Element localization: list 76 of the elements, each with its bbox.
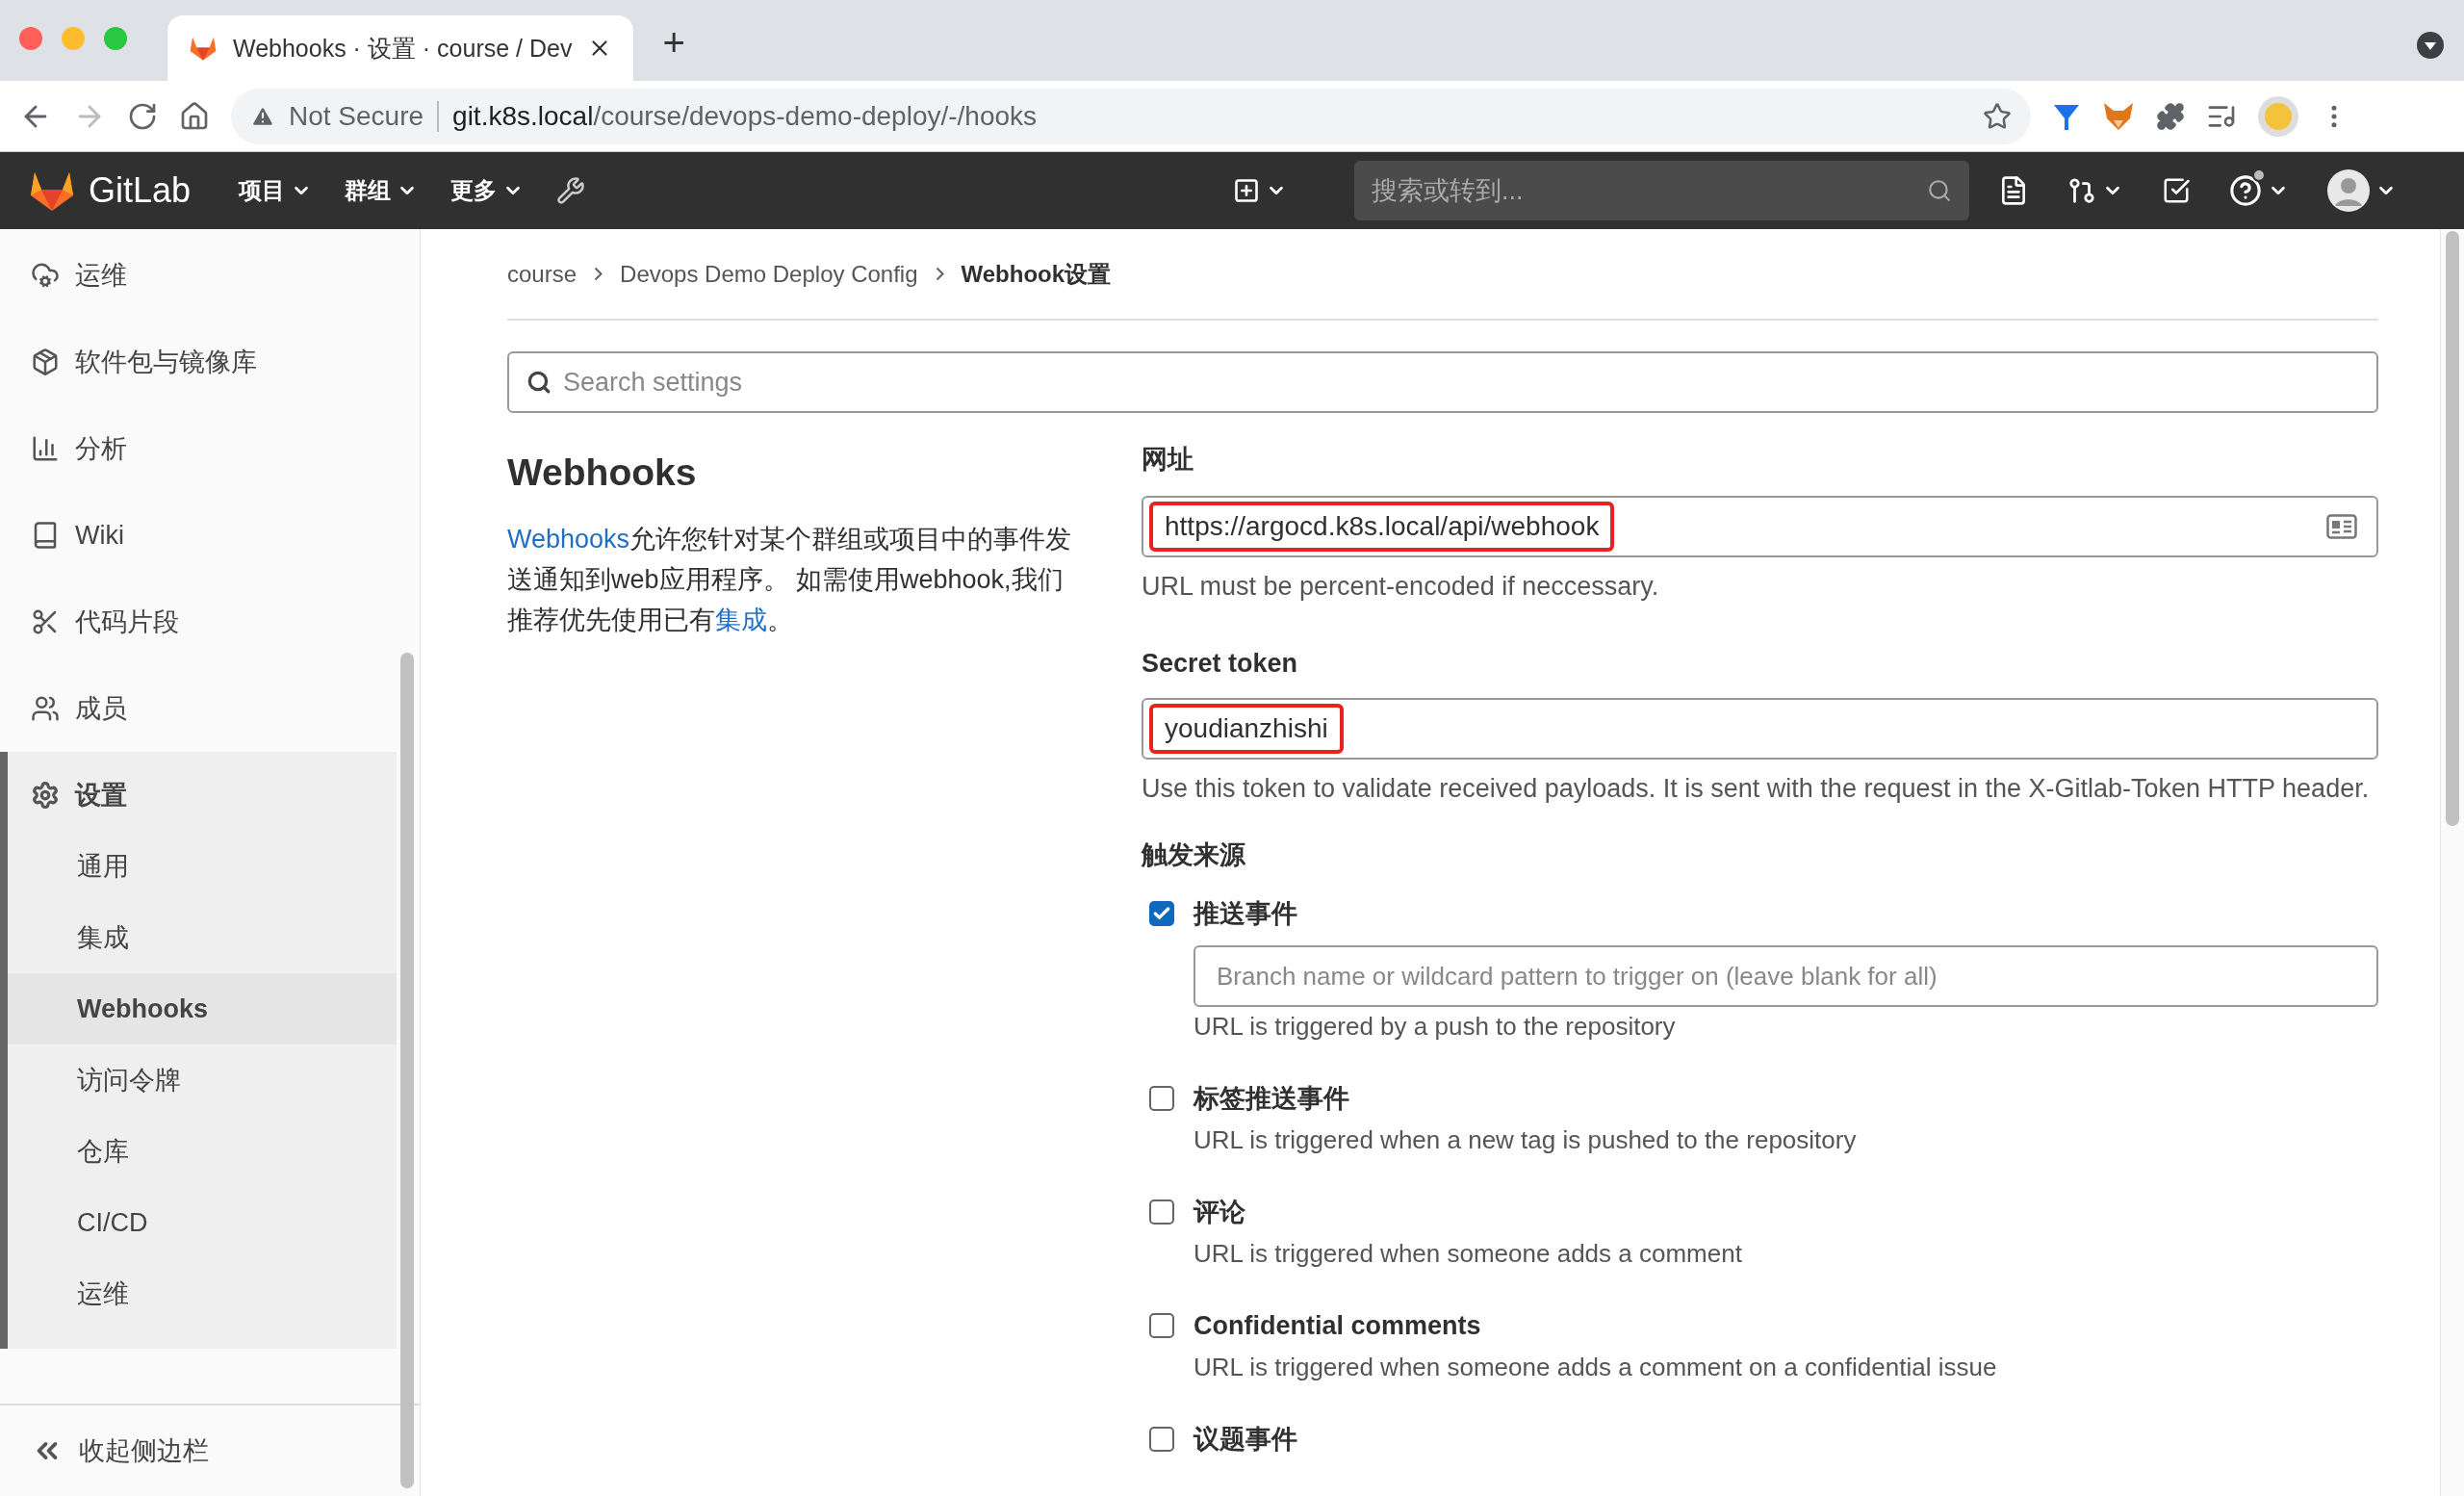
bookmark-star-icon[interactable]	[1983, 101, 2012, 131]
help-icon	[2229, 174, 2262, 207]
wrench-icon[interactable]	[556, 176, 586, 205]
search-icon	[526, 370, 552, 395]
breadcrumb-separator-icon	[594, 267, 603, 281]
trigger-label: 推送事件	[1194, 898, 1297, 930]
sidebar-item-icon	[31, 694, 60, 723]
nav-menu[interactable]: 项目	[239, 175, 313, 206]
breadcrumb-separator-icon	[935, 267, 944, 281]
gitlab-brand[interactable]: GitLab	[89, 170, 192, 211]
contact-card-icon[interactable]	[2326, 514, 2357, 539]
sidebar-item[interactable]: 软件包与镜像库	[0, 319, 397, 405]
security-label[interactable]: Not Secure	[289, 100, 424, 132]
tab-menu-icon[interactable]	[2416, 31, 2445, 60]
description-link[interactable]: Webhooks	[507, 525, 630, 554]
breadcrumb-link[interactable]: course	[507, 260, 578, 288]
search-icon	[1927, 178, 1952, 203]
sidebar-subitem[interactable]: Webhooks	[8, 973, 397, 1045]
sidebar-item[interactable]: Wiki	[0, 492, 397, 579]
nav-menu[interactable]: 更多	[450, 175, 525, 206]
description-link[interactable]: 集成	[715, 606, 767, 634]
home-icon[interactable]	[179, 100, 210, 132]
trigger-help-text: URL is triggered when a new tag is pushed to the repository	[1194, 1124, 1858, 1156]
sidebar-item[interactable]: 运维	[0, 232, 397, 319]
sidebar-item[interactable]: 分析	[0, 405, 397, 492]
checkbox[interactable]	[1149, 1086, 1174, 1111]
url-text: git.k8s.local/course/devops-demo-deploy/-/hooks	[452, 100, 1039, 132]
trigger-label: 议题事件	[1194, 1424, 1297, 1456]
field-label: 网址	[1142, 444, 1194, 476]
checkbox[interactable]	[1149, 1427, 1174, 1452]
checkbox[interactable]	[1149, 1313, 1174, 1338]
section-label: 触发来源	[1142, 839, 1246, 871]
trigger-label: 标签推送事件	[1194, 1083, 1349, 1115]
field-label: Secret token	[1142, 649, 1299, 679]
sidebar-subitem[interactable]: 访问令牌	[8, 1045, 397, 1116]
nav-search-field[interactable]: 搜索或转到...	[1354, 161, 1969, 220]
nav-menu[interactable]: 群组	[345, 175, 419, 206]
browser-tab[interactable]: Webhooks · 设置 · course / Dev	[167, 15, 634, 81]
sidebar-scrollbar[interactable]	[400, 653, 414, 1488]
breadcrumb-link[interactable]: Devops Demo Deploy Config	[620, 260, 918, 288]
new-tab-button[interactable]: +	[662, 20, 685, 64]
sidebar-item[interactable]: 成员	[0, 665, 397, 752]
url-field[interactable]: https://argocd.k8s.local/api/webhook	[1142, 496, 2378, 557]
branch-filter-field[interactable]: Branch name or wildcard pattern to trigger on (leave blank for all)	[1194, 945, 2378, 1007]
trigger-label: 评论	[1194, 1197, 1245, 1228]
section-description: Webhooks允许您针对某个群组或项目中的事件发送通知到web应用程序。 如需使用webhook,我们推荐优先使用已有集成。	[507, 524, 1073, 636]
checkbox[interactable]	[1149, 1199, 1174, 1225]
breadcrumb-link[interactable]: Webhook设置	[961, 258, 1112, 290]
extensions-icon[interactable]	[2156, 101, 2185, 131]
sidebar-item-icon	[31, 434, 60, 463]
help-text: URL must be percent-encoded if neccessary.	[1142, 571, 1660, 603]
sidebar-subitem[interactable]: 集成	[8, 902, 397, 973]
notification-dot	[2252, 168, 2266, 182]
todo-icon[interactable]	[2162, 176, 2191, 205]
merge-request-icon	[2067, 176, 2096, 205]
user-avatar	[2327, 169, 2370, 212]
trigger-help-text: URL is triggered by a push to the repository	[1194, 1011, 1677, 1043]
sidebar-subitem[interactable]: 运维	[8, 1258, 397, 1329]
plus-icon	[1233, 177, 1260, 204]
search-settings-field[interactable]: Search settings	[507, 351, 2378, 413]
trigger-label: Confidential comments	[1194, 1310, 1481, 1341]
help-text: Use this token to validate received payloads. It is sent with the request in the X-Gitlab-Token HTTP header.	[1142, 773, 2371, 805]
fox-extension-icon[interactable]	[2102, 100, 2135, 132]
trigger-help-text: URL is triggered when someone adds a comment	[1194, 1238, 1743, 1270]
section-title: Webhooks	[507, 451, 698, 494]
sidebar-subitem[interactable]: 仓库	[8, 1116, 397, 1187]
checkbox[interactable]	[1149, 901, 1174, 926]
trigger-help-text: URL is triggered when someone adds a comment on a confidential issue	[1194, 1352, 1998, 1383]
sidebar-item-icon	[31, 781, 60, 810]
page-scrollbar[interactable]	[2446, 231, 2459, 826]
sidebar-item-icon	[31, 261, 60, 290]
secret-token-field[interactable]: youdianzhishi	[1142, 698, 2378, 760]
sidebar-item-icon	[31, 348, 60, 376]
address-bar[interactable]: Not Secure git.k8s.local/course/devops-demo-deploy/-/hooks	[231, 88, 2031, 144]
sidebar-subitem[interactable]: CI/CD	[8, 1187, 397, 1258]
sidebar-item[interactable]: 代码片段	[0, 579, 397, 665]
